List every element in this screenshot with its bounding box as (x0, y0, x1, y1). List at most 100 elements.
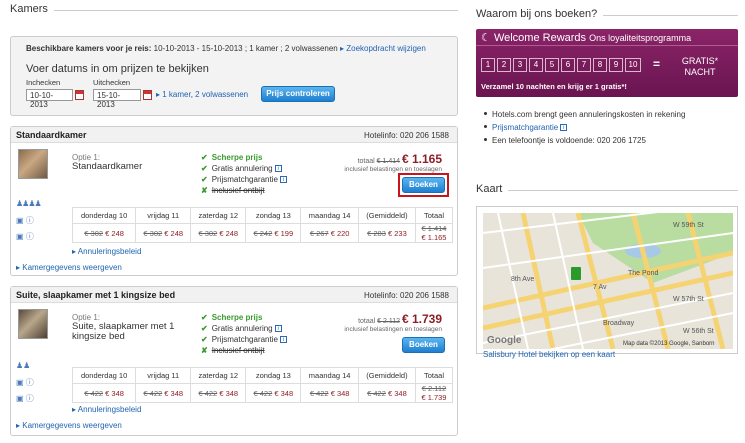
price-cell: € 422 € 348 (245, 383, 302, 403)
checkin-label: Inchecken (26, 78, 61, 87)
total-label: totaal (357, 158, 375, 165)
day-header: zaterdag 12 (190, 207, 247, 224)
room-details-link[interactable]: Kamergegevens weergeven (22, 263, 122, 272)
price-cell: € 302 € 248 (135, 223, 192, 243)
room-details-link[interactable]: Kamergegevens weergeven (22, 421, 122, 430)
map-rule (476, 190, 738, 191)
feature-list: ✔ Scherpe prijs ✔ Gratis annulering i ✔ Prij… (201, 313, 287, 357)
calendar-icon[interactable] (143, 90, 152, 100)
room-title: Standaardkamer (72, 161, 143, 172)
dates-heading: Voer datums in om prijzen te bekijken (26, 63, 209, 75)
tv-icon: ▣ ⓘ (16, 378, 34, 387)
price-cell: € 302 € 248 (190, 223, 247, 243)
day-header: (Gemiddeld) (357, 207, 416, 224)
map-copyright: Map data ©2013 Google, Sanborn (623, 340, 715, 347)
book-button[interactable]: Boeken (402, 177, 445, 193)
info-icon[interactable]: i (279, 176, 287, 184)
room-total: totaal € 2.112 € 1.739 inclusief belasti… (344, 312, 442, 333)
book-button[interactable]: Boeken (402, 337, 445, 353)
day-header: zondag 13 (245, 207, 302, 224)
street-label: 7 Av (593, 284, 607, 291)
info-icon[interactable]: i (274, 325, 282, 333)
day-header: Totaal (414, 367, 454, 384)
free-night: GRATIS* NACHT (676, 56, 724, 78)
room-header: Suite, slaapkamer met 1 kingsize bed Hot… (11, 287, 457, 303)
rewards-divider (476, 45, 738, 46)
map[interactable]: W 59th St The Pond W 57th St 8th Ave Bro… (483, 213, 733, 349)
room-total: totaal € 1.414 € 1.165 inclusief belasti… (344, 152, 442, 173)
night-box: 2 (497, 58, 511, 72)
info-icon[interactable]: i (279, 336, 287, 344)
old-total: € 2.112 (377, 318, 400, 325)
day-header: vrijdag 11 (135, 207, 192, 224)
price-grid: donderdag 10 vrijdag 11 zaterdag 12 zond… (71, 367, 454, 403)
tax-note: inclusief belastingen en toeslagen (344, 166, 442, 173)
street-label: W 57th St (673, 296, 704, 303)
feature-price-match: Prijsmatchgarantie (211, 335, 278, 344)
kamers-rule (10, 10, 458, 11)
street-label: The Pond (628, 270, 658, 277)
price-cell: € 422 € 348 (357, 383, 416, 403)
summary-text: 10-10-2013 - 15-10-2013 ; 1 kamer ; 2 vo… (153, 44, 338, 53)
price-cell: € 302 € 248 (71, 223, 137, 243)
total-cell: € 2.112 € 1.739 (414, 383, 454, 403)
tax-note: inclusief belastingen en toeslagen (344, 326, 442, 333)
bed-icon: ▣ ⓘ (16, 394, 34, 403)
view-on-map-link[interactable]: Salisbury Hotel bekijken op een kaart (483, 350, 615, 359)
rooms-link[interactable]: 1 kamer (162, 90, 190, 99)
check-price-button[interactable]: Prijs controleren (261, 86, 335, 102)
feature-free-cancel: Gratis annulering (211, 164, 273, 173)
hotel-info: Hotelinfo: 020 206 1588 (364, 131, 449, 140)
new-total: € 1.739 (401, 312, 442, 326)
cancel-policy-link[interactable]: Annuleringsbeleid (78, 405, 142, 414)
room-card: Standaardkamer Hotelinfo: 020 206 1588 ♟… (10, 126, 458, 276)
checkin-input[interactable]: 10-10-2013 (26, 89, 73, 109)
night-box: 1 (481, 58, 495, 72)
feature-price-match: Prijsmatchgarantie (211, 175, 278, 184)
night-box: 4 (529, 58, 543, 72)
feature-list: ✔ Scherpe prijs ✔ Gratis annulering i ✔ Prij… (201, 153, 287, 197)
info-icon[interactable]: i (274, 165, 282, 173)
benefit-item: Hotels.com brengt geen annuleringskosten… (492, 110, 686, 119)
price-cell: € 422 € 348 (190, 383, 247, 403)
day-header: vrijdag 11 (135, 367, 192, 384)
checkout-label: Uitchecken (93, 78, 131, 87)
street-label: W 59th St (673, 222, 704, 229)
moon-icon: ☾ (481, 32, 491, 44)
day-header: donderdag 10 (71, 207, 137, 224)
room-card: Suite, slaapkamer met 1 kingsize bed Hot… (10, 286, 458, 436)
info-icon[interactable]: i (560, 124, 568, 132)
cancel-policy-link[interactable]: Annuleringsbeleid (78, 247, 142, 256)
calendar-icon[interactable] (75, 90, 84, 100)
price-match-link[interactable]: Prijsmatchgarantie (492, 123, 558, 132)
room-header: Standaardkamer Hotelinfo: 020 206 1588 (11, 127, 457, 143)
price-cell: € 422 € 348 (135, 383, 192, 403)
room-name: Suite, slaapkamer met 1 kingsize bed (16, 290, 176, 300)
price-cell: € 422 € 348 (300, 383, 359, 403)
occupancy-icon: ♟♟♟♟ (16, 199, 42, 208)
total-cell: € 1.414 € 1.165 (414, 223, 454, 243)
day-header: maandag 14 (300, 367, 359, 384)
room-thumbnail[interactable] (18, 149, 48, 179)
day-header: zondag 13 (245, 367, 302, 384)
search-summary-box: Beschikbare kamers voor je reis: 10-10-2… (10, 36, 458, 116)
guests-link[interactable]: 2 volwassenen (195, 90, 248, 99)
feature-breakfast: Inclusief ontbijt (211, 346, 265, 355)
checkout-input[interactable]: 15-10-2013 (93, 89, 141, 109)
benefit-item: Een telefoontje is voldoende: 020 206 17… (492, 136, 646, 145)
price-cell: € 422 € 348 (71, 383, 137, 403)
benefits-list: Hotels.com brengt geen annuleringskosten… (484, 108, 685, 147)
night-box: 8 (593, 58, 607, 72)
tv-icon: ▣ ⓘ (16, 216, 34, 225)
day-header: maandag 14 (300, 207, 359, 224)
day-header: donderdag 10 (71, 367, 137, 384)
street-label: Broadway (603, 320, 635, 327)
price-cell: € 283 € 233 (357, 223, 416, 243)
room-thumbnail[interactable] (18, 309, 48, 339)
room-title: Suite, slaapkamer met 1 kingsize bed (72, 321, 175, 342)
modify-search-link[interactable]: Zoekopdracht wijzigen (346, 44, 426, 53)
old-total: € 1.414 (376, 158, 400, 165)
feature-best-price: Scherpe prijs (211, 313, 263, 322)
feature-best-price: Scherpe prijs (211, 153, 263, 162)
summary-label: Beschikbare kamers voor je reis: (26, 44, 152, 53)
